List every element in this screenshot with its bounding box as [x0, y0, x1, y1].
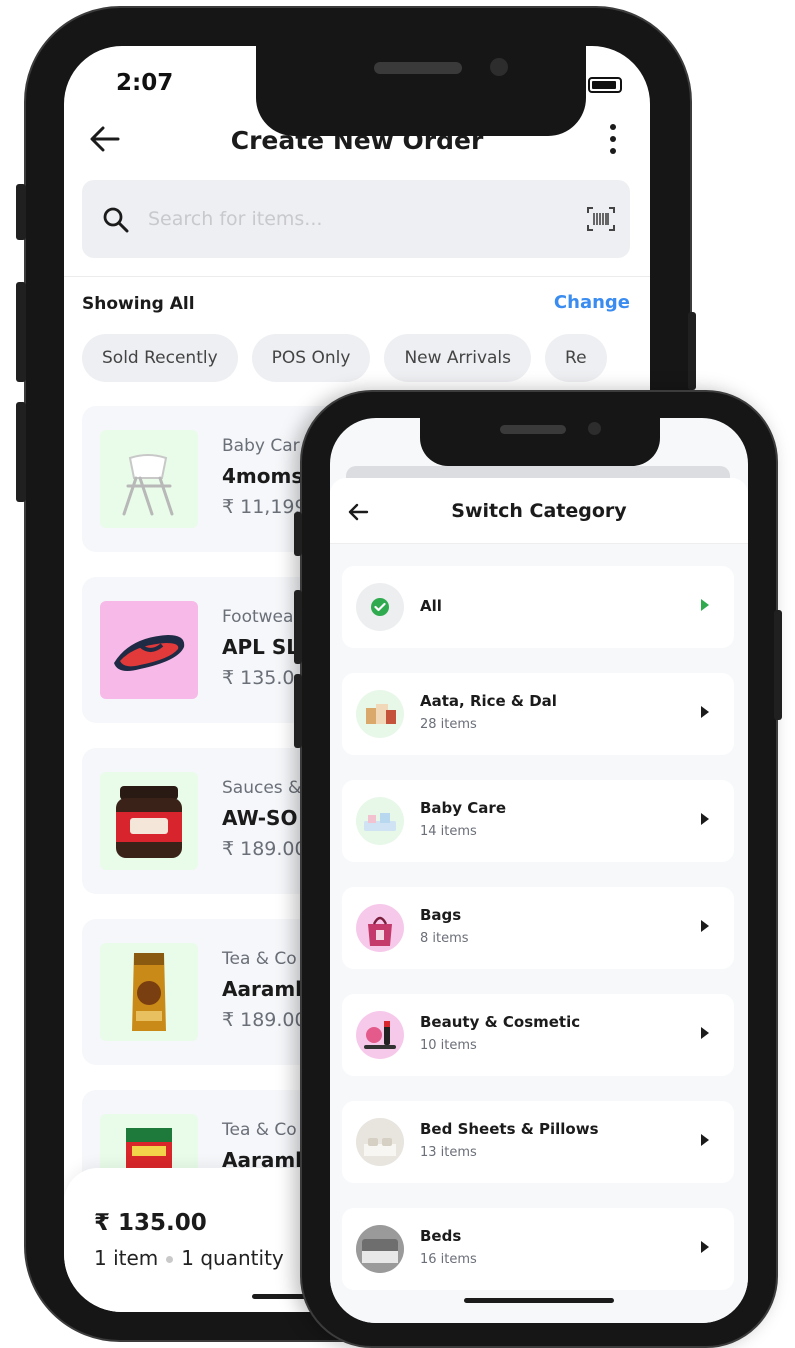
- chip-new-arrivals[interactable]: New Arrivals: [384, 334, 532, 382]
- category-count: 13 items: [420, 1145, 477, 1160]
- chip-sold-recently[interactable]: Sold Recently: [82, 334, 238, 382]
- high-chair-image: [122, 454, 174, 516]
- showing-label: Showing All: [82, 294, 195, 314]
- chip-pos-only[interactable]: POS Only: [251, 334, 371, 382]
- chevron-right-icon: [701, 1027, 709, 1039]
- product-price: ₹ 189.00: [222, 838, 307, 860]
- separator-dot: [166, 1256, 174, 1263]
- grocery-image: [356, 690, 404, 738]
- slipper-image: [114, 635, 185, 671]
- divider: [64, 276, 650, 277]
- product-name: AW-SO: [222, 806, 298, 830]
- chevron-right-icon: [701, 1241, 709, 1253]
- status-time: 2:07: [116, 70, 174, 96]
- product-price: ₹ 189.00: [222, 1009, 307, 1031]
- cosmetic-image: [356, 1011, 404, 1059]
- category-name: Beauty & Cosmetic: [420, 1013, 581, 1031]
- category-item-baby-care[interactable]: Baby Care 14 items: [342, 780, 734, 862]
- chevron-right-icon: [701, 1134, 709, 1146]
- product-category: Tea & Co: [222, 1120, 297, 1140]
- speaker: [500, 425, 566, 434]
- product-thumbnail: [100, 430, 198, 528]
- volume-down-button: [16, 402, 26, 502]
- search-bar: [82, 180, 630, 258]
- change-link[interactable]: Change: [554, 292, 630, 313]
- category-item-all[interactable]: All: [342, 566, 734, 648]
- category-name: Aata, Rice & Dal: [420, 692, 557, 710]
- product-category: Sauces &: [222, 778, 302, 798]
- category-count: 10 items: [420, 1038, 477, 1053]
- chevron-right-icon: [701, 813, 709, 825]
- mute-switch: [16, 184, 26, 240]
- volume-up-button: [294, 590, 302, 664]
- bag-image: [356, 904, 404, 952]
- chevron-right-icon: [701, 920, 709, 932]
- category-item-bed-sheets[interactable]: Bed Sheets & Pillows 13 items: [342, 1101, 734, 1183]
- category-name: Beds: [420, 1227, 462, 1245]
- check-circle-icon: [356, 583, 404, 631]
- volume-down-button: [294, 674, 302, 748]
- category-count: 28 items: [420, 717, 477, 732]
- product-category: Footwea: [222, 607, 294, 627]
- chevron-right-icon: [701, 706, 709, 718]
- product-thumbnail: [100, 772, 198, 870]
- battery-icon: [588, 77, 622, 93]
- category-name: Bed Sheets & Pillows: [420, 1120, 599, 1138]
- mute-switch: [294, 512, 302, 556]
- barcode-icon[interactable]: [586, 206, 616, 232]
- cart-item-count: 1 item: [94, 1246, 159, 1270]
- cart-meta: 1 item 1 quantity: [94, 1246, 284, 1270]
- category-name: Baby Care: [420, 799, 506, 817]
- category-item-bags[interactable]: Bags 8 items: [342, 887, 734, 969]
- cart-total: ₹ 135.00: [94, 1210, 207, 1236]
- speaker: [374, 62, 462, 74]
- switch-category-screen: Switch Category All Aata, Rice & Dal 28 …: [330, 418, 748, 1323]
- category-item-aata[interactable]: Aata, Rice & Dal 28 items: [342, 673, 734, 755]
- product-price: ₹ 135.0: [222, 667, 295, 689]
- power-button: [774, 610, 782, 720]
- cart-quantity: 1 quantity: [181, 1246, 284, 1270]
- home-indicator: [464, 1298, 614, 1303]
- product-thumbnail: [100, 601, 198, 699]
- product-category: Tea & Co: [222, 949, 297, 969]
- chip-more[interactable]: Re: [545, 334, 607, 382]
- tea-pack-image: [132, 953, 166, 1031]
- camera: [490, 58, 508, 76]
- category-name: All: [420, 597, 442, 615]
- filter-row: Showing All Change: [82, 292, 630, 322]
- power-button: [688, 312, 696, 390]
- product-thumbnail: [100, 943, 198, 1041]
- category-item-beds[interactable]: Beds 16 items: [342, 1208, 734, 1290]
- category-sheet: Switch Category All Aata, Rice & Dal 28 …: [330, 478, 748, 1323]
- category-count: 16 items: [420, 1252, 477, 1267]
- camera: [588, 422, 601, 435]
- notch: [420, 416, 660, 466]
- search-input[interactable]: [148, 202, 568, 236]
- jar-image: [116, 786, 182, 858]
- category-count: 14 items: [420, 824, 477, 839]
- baby-care-image: [356, 797, 404, 845]
- chevron-right-icon: [701, 599, 709, 611]
- filter-chips: Sold Recently POS Only New Arrivals Re: [82, 334, 650, 382]
- more-vertical-icon[interactable]: [610, 124, 616, 160]
- search-icon: [103, 207, 129, 233]
- category-name: Bags: [420, 906, 462, 924]
- product-name: Aaramb: [222, 977, 310, 1001]
- category-item-beauty[interactable]: Beauty & Cosmetic 10 items: [342, 994, 734, 1076]
- notch: [256, 46, 586, 136]
- sheet-header: Switch Category: [330, 478, 748, 544]
- sheet-title: Switch Category: [451, 500, 627, 522]
- bedroom-image: [356, 1118, 404, 1166]
- bed-image: [356, 1225, 404, 1273]
- product-category: Baby Car: [222, 436, 300, 456]
- volume-up-button: [16, 282, 26, 382]
- product-name: 4moms: [222, 464, 304, 488]
- category-count: 8 items: [420, 931, 469, 946]
